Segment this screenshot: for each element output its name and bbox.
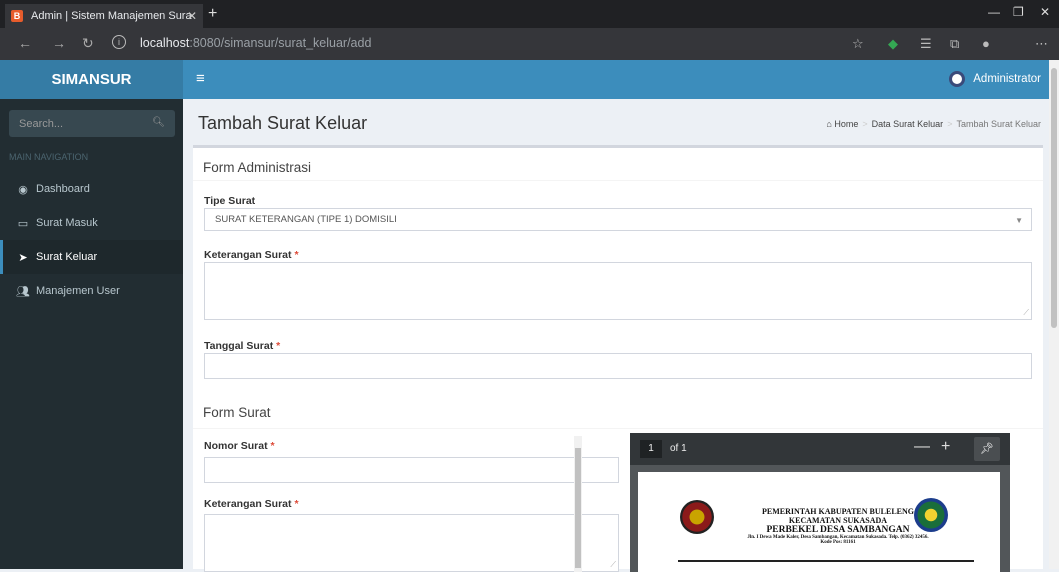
sidebar-search: 🔍︎ [9,110,175,137]
keterangan-surat-2-textarea[interactable]: ⟋ [204,514,619,572]
sidebar-item-label: Surat Keluar [36,251,98,263]
close-window-icon[interactable]: ✕ [1040,5,1050,19]
maximize-icon[interactable]: ❐ [1013,5,1024,19]
back-icon[interactable]: ← [18,35,32,51]
search-input[interactable] [9,110,149,137]
user-menu[interactable]: Administrator [949,71,1041,87]
breadcrumb-data-surat-keluar[interactable]: Data Surat Keluar [872,119,944,129]
breadcrumb-home[interactable]: Home [834,119,858,129]
form-administrasi-title: Form Administrasi [203,160,312,175]
tipe-surat-select[interactable]: SURAT KETERANGAN (TIPE 1) DOMISILI ▼ [204,208,1032,231]
letterhead-divider [678,560,974,562]
url-field[interactable]: localhost:8080/simansur/surat_keluar/add [140,36,371,50]
dashboard-icon: ◉ [18,183,28,196]
page-scrollbar-thumb[interactable] [1051,68,1057,328]
tipe-surat-value: SURAT KETERANGAN (TIPE 1) DOMISILI [215,214,397,225]
user-name: Administrator [973,73,1041,85]
browser-tab[interactable]: B Admin | Sistem Manajemen Sura ✕ [5,4,203,28]
keterangan-surat-textarea[interactable]: ⟋ [204,262,1032,320]
tab-title: Admin | Sistem Manajemen Sura [31,10,192,22]
letterhead-line4: Jln. I Dewa Made Kaler, Desa Sambangan, … [747,535,929,545]
letterhead-line3: PERBEKEL DESA SAMBANGAN [766,525,910,535]
letterhead-line2: KECAMATAN SUKASADA [788,516,888,525]
pdf-scrollbar-thumb[interactable] [575,448,581,568]
tanggal-surat-input[interactable] [204,353,1032,379]
app-logo[interactable]: SIMANSUR [0,60,183,99]
nomor-surat-label: Nomor Surat * [204,440,275,452]
inbox-icon: ▭ [17,217,29,230]
pdf-page: PEMERINTAH KABUPATEN BULELENG KECAMATAN … [638,472,1000,572]
sidebar-item-manajemen-user[interactable]: 👥︎ Manajemen User [0,274,183,308]
zoom-in-icon[interactable]: + [941,438,950,456]
form-surat-title: Form Surat [203,405,271,420]
pdf-page-input[interactable]: 1 [640,440,662,458]
forward-icon[interactable]: → [52,35,66,51]
search-icon[interactable]: 🔍︎ [152,117,165,128]
tipe-surat-label: Tipe Surat [204,195,256,207]
collections-icon[interactable]: ⧉ [950,36,959,52]
close-tab-icon[interactable]: ✕ [187,9,197,23]
send-icon: ➤ [18,251,28,264]
pin-icon[interactable]: 📌︎ [974,437,1000,461]
sidebar-item-label: Dashboard [36,183,90,195]
keterangan-surat-label: Keterangan Surat * [204,249,299,261]
extension-icon[interactable]: ◆ [888,36,898,52]
profile-icon[interactable]: ● [982,36,990,51]
tanggal-surat-label: Tanggal Surat * [204,340,281,352]
url-path: :8080/simansur/surat_keluar/add [189,36,372,50]
favorites-list-icon[interactable]: ☰ [920,36,932,52]
refresh-icon[interactable]: ↻ [82,35,94,52]
buleleng-emblem-icon [680,500,714,534]
sidebar-toggle-icon[interactable]: ≡ [196,70,205,87]
more-menu-icon[interactable]: ⋯ [1035,36,1048,52]
letterhead-line1: PEMERINTAH KABUPATEN BULELENG [761,507,914,516]
sidebar-item-dashboard[interactable]: ◉ Dashboard [0,172,183,206]
sidebar: 🔍︎ MAIN NAVIGATION ◉ Dashboard ▭ Surat M… [0,99,183,569]
favorite-star-icon[interactable]: ☆ [852,36,864,52]
pdf-scrollbar[interactable] [574,436,582,572]
page-scrollbar[interactable] [1049,60,1059,569]
info-icon[interactable]: i [112,35,126,49]
pdf-toolbar: 1 of 1 — + 📌︎ [630,433,1010,465]
new-tab-icon[interactable]: + [208,5,217,23]
letterhead: PEMERINTAH KABUPATEN BULELENG KECAMATAN … [743,507,933,545]
chevron-down-icon: ▼ [1015,216,1023,225]
pdf-page-total: of 1 [670,443,687,454]
resize-grip-icon[interactable]: ⟋ [1023,308,1029,318]
divider [193,180,1043,181]
url-host: localhost [140,36,190,50]
sidebar-item-surat-keluar[interactable]: ➤ Surat Keluar [0,240,183,274]
sidebar-item-label: Surat Masuk [36,217,98,229]
breadcrumb: ⌂ Home > Data Surat Keluar > Tambah Surat Ke… [826,119,1041,129]
home-icon: ⌂ [826,119,832,129]
avatar [949,71,966,87]
breadcrumb-current: Tambah Surat Keluar [956,119,1041,129]
nomor-surat-input[interactable] [204,457,619,483]
sidebar-item-label: Manajemen User [36,285,120,297]
zoom-out-icon[interactable]: — [914,438,930,456]
sidebar-item-surat-masuk[interactable]: ▭ Surat Masuk [0,206,183,240]
nav-header: MAIN NAVIGATION [9,152,89,162]
browser-tab-bar: B Admin | Sistem Manajemen Sura ✕ + — ❐ … [0,0,1059,28]
keterangan-surat-2-label: Keterangan Surat * [204,498,299,510]
users-icon: 👥︎ [16,285,30,298]
form-box: Form Administrasi Tipe Surat SURAT KETER… [193,145,1043,572]
favicon-icon: B [11,10,23,22]
page-title: Tambah Surat Keluar [198,113,368,133]
divider [193,428,1043,429]
pdf-viewer[interactable]: 1 of 1 — + 📌︎ PEMERINTAH KABUPATEN BULEL… [630,433,1010,572]
content-header: Tambah Surat Keluar ⌂ Home > Data Surat Ke… [183,99,1049,145]
address-bar: ← → ↻ i localhost:8080/simansur/surat_ke… [0,28,1059,60]
top-navbar: ≡ Administrator [183,60,1049,99]
minimize-icon[interactable]: — [988,5,1000,19]
